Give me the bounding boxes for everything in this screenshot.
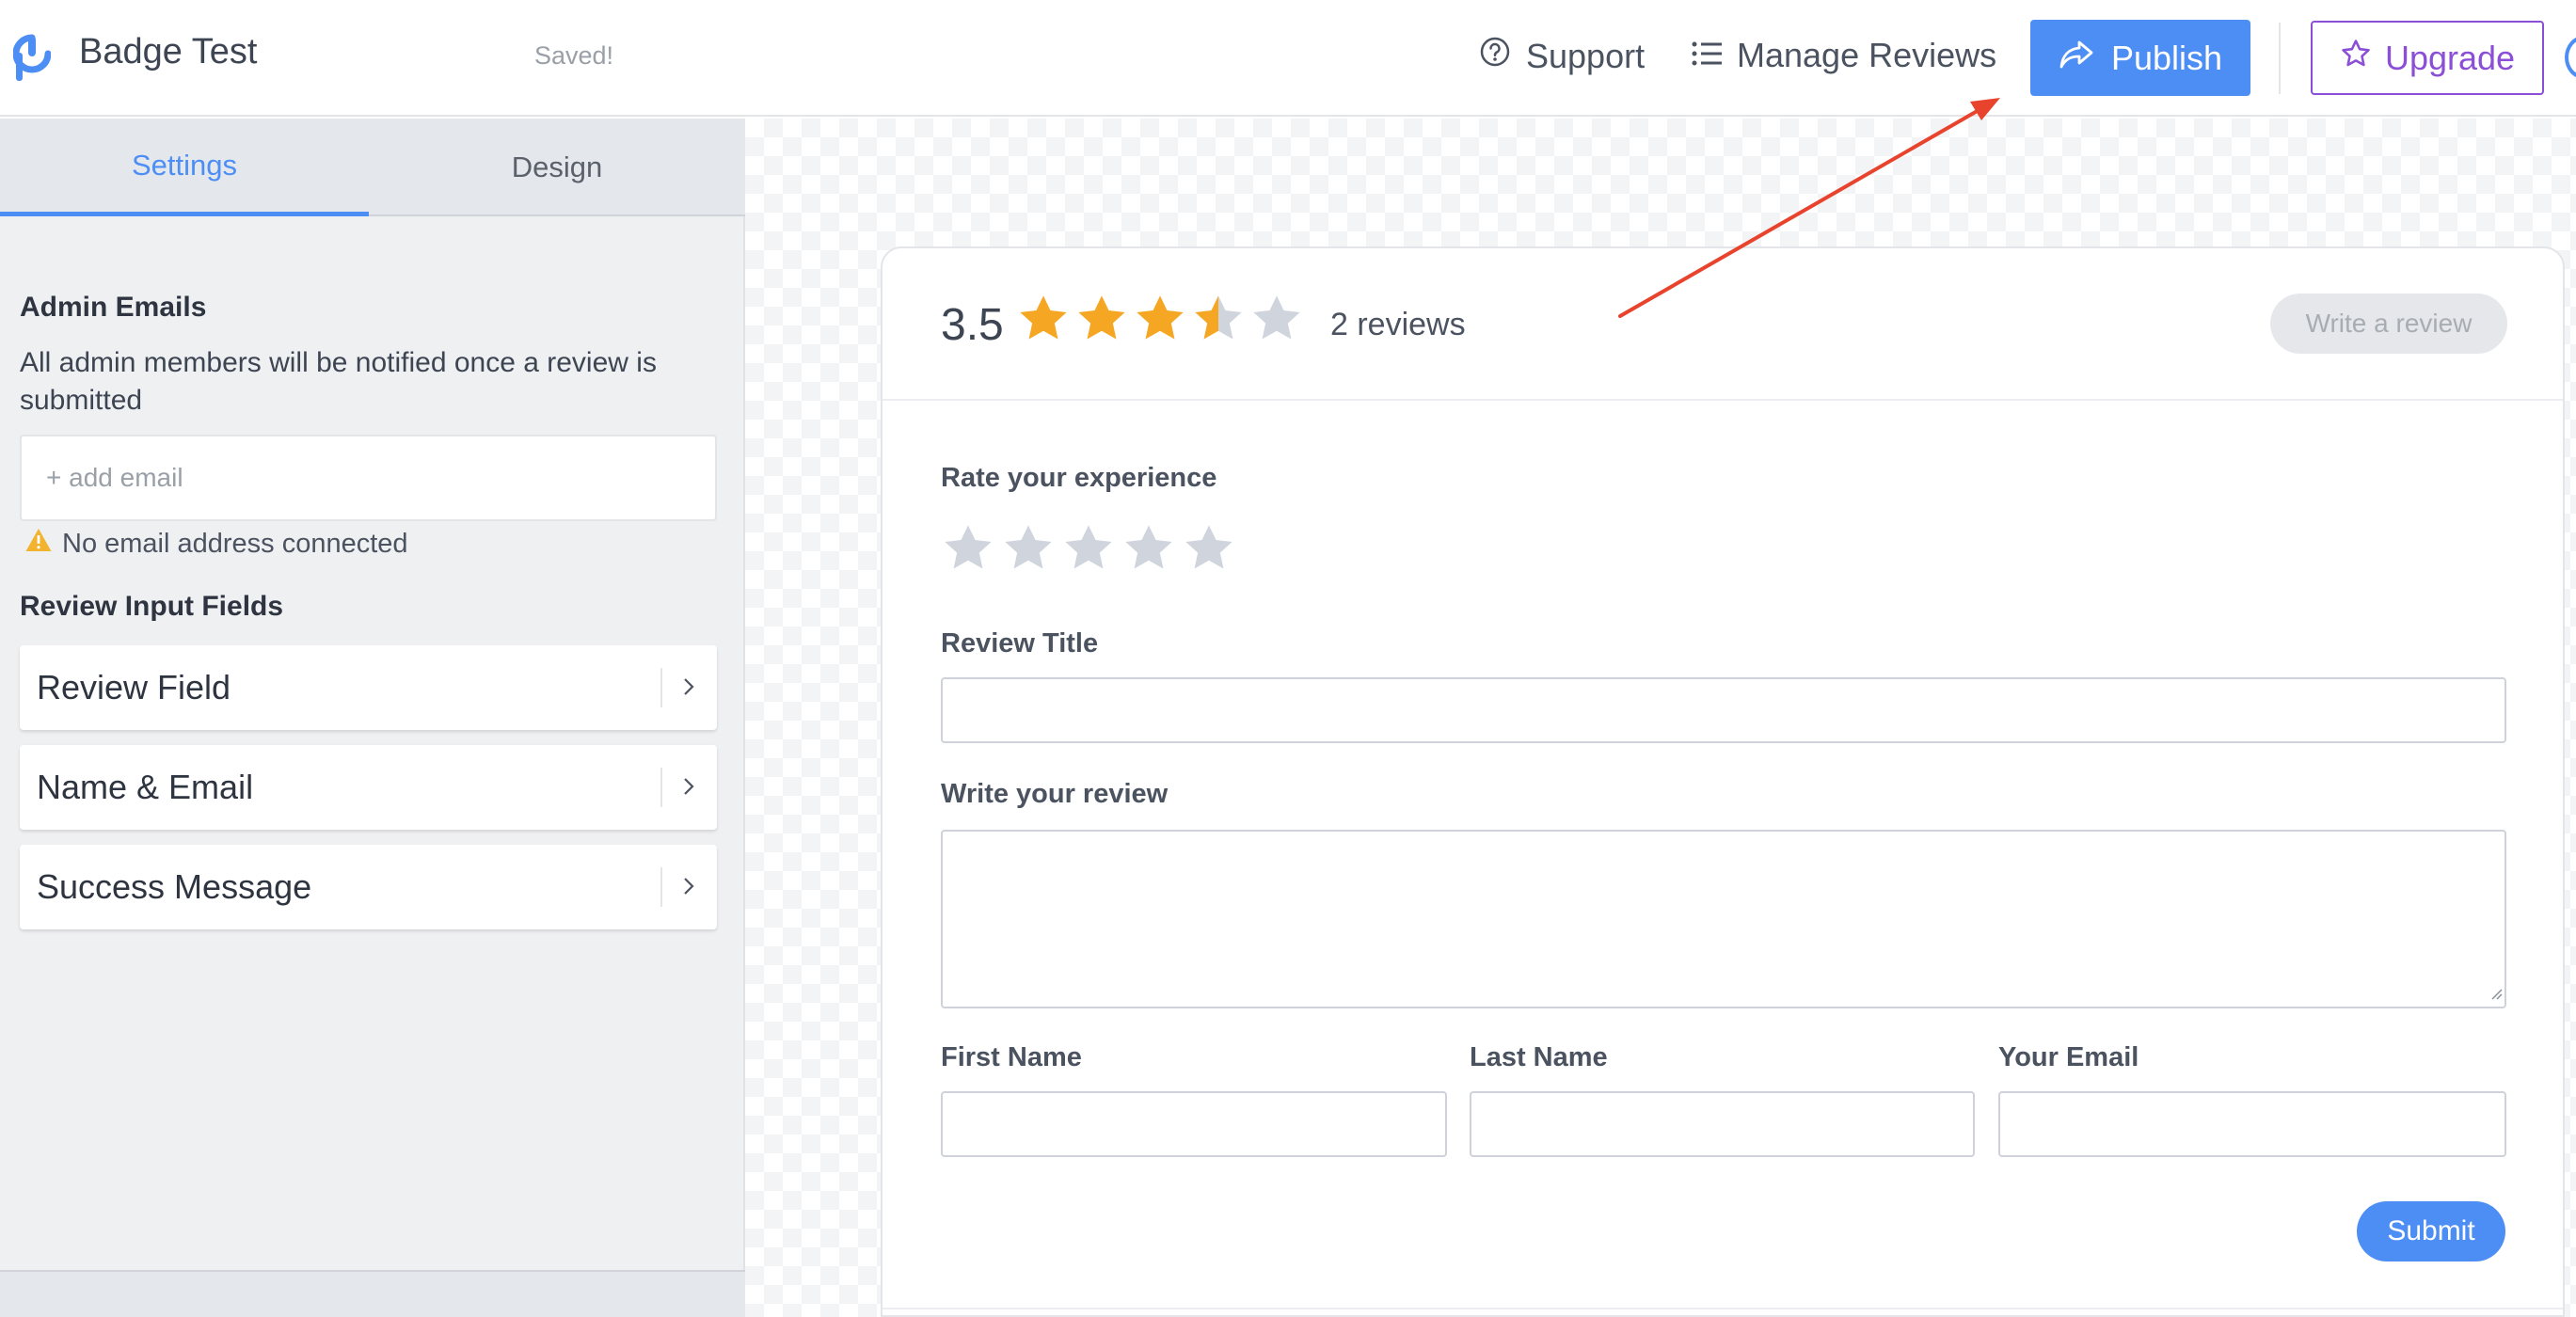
support-link[interactable]: Support — [1479, 36, 1645, 76]
average-star-icon-4 — [1195, 295, 1242, 340]
average-star-icon-3 — [1137, 295, 1184, 340]
review-body-label: Write your review — [941, 779, 1169, 809]
header-divider — [2279, 23, 2281, 94]
top-bar: Badge Test Saved! Support Manage Reviews… — [0, 0, 2576, 117]
admin-emails-description: All admin members will be notified once … — [20, 347, 657, 416]
rating-input-stars — [941, 521, 1236, 576]
question-circle-icon — [1479, 36, 1511, 76]
accordion-review-field[interactable]: Review Field — [20, 645, 717, 730]
submit-button[interactable]: Submit — [2357, 1201, 2505, 1261]
share-icon — [2059, 39, 2094, 78]
accordion-name-email[interactable]: Name & Email — [20, 745, 717, 830]
accordion-label: Success Message — [37, 867, 312, 906]
rate-star-icon-1[interactable] — [941, 521, 995, 576]
accordion-divider — [660, 867, 662, 907]
chevron-right-icon — [679, 766, 698, 807]
widget-footer-divider — [883, 1308, 2563, 1309]
warning-icon — [24, 527, 53, 561]
average-star-icon-5 — [1253, 295, 1300, 340]
settings-sidebar: Settings Design Admin Emails All admin m… — [0, 119, 745, 1317]
first-name-label: First Name — [941, 1042, 1082, 1072]
rate-star-icon-4[interactable] — [1121, 521, 1176, 576]
accordion-divider — [660, 668, 662, 707]
save-status: Saved! — [534, 41, 614, 70]
average-star-icon-1 — [1020, 295, 1067, 340]
accordion-label: Name & Email — [37, 768, 254, 806]
accordion-label: Review Field — [37, 668, 231, 706]
sidebar-tabs: Settings Design — [0, 119, 745, 216]
email-input[interactable] — [1998, 1091, 2506, 1157]
accordion-divider — [660, 768, 662, 807]
review-title-label: Review Title — [941, 628, 1099, 658]
list-icon — [1692, 36, 1722, 75]
account-avatar[interactable] — [2565, 36, 2576, 79]
manage-reviews-label: Manage Reviews — [1737, 36, 1997, 74]
resize-handle-icon[interactable] — [2488, 985, 2503, 1005]
widget-header: 3.5 2 reviews Write a review — [883, 248, 2563, 401]
email-label: Your Email — [1998, 1042, 2139, 1072]
email-warning: No email address connected — [24, 527, 408, 561]
last-name-label: Last Name — [1470, 1042, 1608, 1072]
rate-star-icon-3[interactable] — [1061, 521, 1116, 576]
warning-text: No email address connected — [62, 528, 408, 559]
accordion-success-message[interactable]: Success Message — [20, 845, 717, 929]
support-label: Support — [1526, 36, 1646, 75]
tab-settings[interactable]: Settings — [0, 119, 369, 216]
app-title[interactable]: Badge Test — [79, 32, 257, 72]
review-body-textarea[interactable] — [941, 830, 2506, 1008]
review-count[interactable]: 2 reviews — [1330, 307, 1466, 343]
publish-button[interactable]: Publish — [2030, 20, 2250, 96]
rate-star-icon-2[interactable] — [1001, 521, 1056, 576]
review-input-fields-title: Review Input Fields — [20, 591, 284, 622]
average-star-icon-2 — [1078, 295, 1125, 340]
add-email-input[interactable]: + add email — [20, 435, 717, 521]
chevron-right-icon — [679, 666, 698, 707]
upgrade-label: Upgrade — [2384, 38, 2516, 77]
sidebar-footer — [0, 1270, 745, 1317]
star-outline-icon — [2340, 38, 2372, 78]
rate-experience-label: Rate your experience — [941, 463, 1217, 493]
average-rating: 3.5 — [941, 300, 1004, 350]
first-name-input[interactable] — [941, 1091, 1447, 1157]
app-logo-icon[interactable] — [12, 32, 52, 83]
last-name-input[interactable] — [1470, 1091, 1975, 1157]
write-review-button[interactable]: Write a review — [2270, 294, 2507, 354]
review-widget: 3.5 2 reviews Write a review Rate your e… — [881, 246, 2565, 1317]
average-rating-stars — [1016, 292, 1304, 346]
tab-design[interactable]: Design — [369, 119, 745, 216]
publish-label: Publish — [2110, 38, 2223, 77]
chevron-right-icon — [679, 865, 698, 907]
manage-reviews-link[interactable]: Manage Reviews — [1692, 36, 1996, 75]
review-title-input[interactable] — [941, 677, 2506, 743]
upgrade-button[interactable]: Upgrade — [2311, 21, 2544, 95]
admin-emails-title: Admin Emails — [20, 292, 207, 323]
rate-star-icon-5[interactable] — [1182, 521, 1236, 576]
